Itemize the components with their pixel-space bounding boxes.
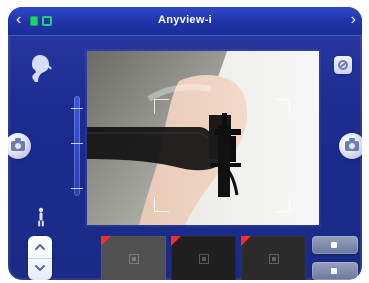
camera-viewport[interactable] xyxy=(87,51,319,225)
thumbnail-slot[interactable] xyxy=(241,236,306,280)
thumbnail-slot[interactable] xyxy=(101,236,166,280)
stepper-down-button[interactable] xyxy=(28,258,52,280)
top-bar: ‹ Anyview-i › xyxy=(8,7,362,36)
focus-corner xyxy=(154,99,169,114)
focus-corner xyxy=(154,197,169,212)
image-placeholder-icon xyxy=(129,254,139,264)
trash-icon xyxy=(330,267,337,274)
scale-tick xyxy=(71,108,83,109)
vertical-scale[interactable] xyxy=(74,96,80,196)
scale-tick xyxy=(71,188,83,189)
camera-icon xyxy=(11,138,25,151)
action-button-top[interactable] xyxy=(312,236,358,254)
person-height-icon xyxy=(37,207,45,227)
trash-icon xyxy=(330,241,337,248)
capture-right-button[interactable] xyxy=(339,133,362,159)
app-title: Anyview-i xyxy=(157,14,213,26)
next-chevron-icon[interactable]: › xyxy=(351,12,356,28)
capture-left-button[interactable] xyxy=(8,133,31,159)
settings-icon-button[interactable] xyxy=(334,56,352,74)
focus-corner xyxy=(275,99,290,114)
image-placeholder-icon xyxy=(199,254,209,264)
height-stepper[interactable] xyxy=(28,236,52,280)
focus-corner xyxy=(275,197,290,212)
camera-icon xyxy=(345,138,359,151)
red-flag-icon xyxy=(101,236,111,246)
thumbnail-slot[interactable] xyxy=(171,236,236,280)
action-button-bottom[interactable] xyxy=(312,262,358,280)
image-placeholder-icon xyxy=(269,254,279,264)
device-frame: ‹ Anyview-i › xyxy=(8,7,362,280)
profile-icon[interactable] xyxy=(30,52,56,84)
chevron-up-icon xyxy=(35,244,45,250)
stepper-up-button[interactable] xyxy=(28,236,52,259)
red-flag-icon xyxy=(241,236,251,246)
scale-tick xyxy=(71,143,83,144)
red-flag-icon xyxy=(171,236,181,246)
thumbnail-strip xyxy=(101,236,306,280)
chevron-down-icon xyxy=(35,265,45,271)
